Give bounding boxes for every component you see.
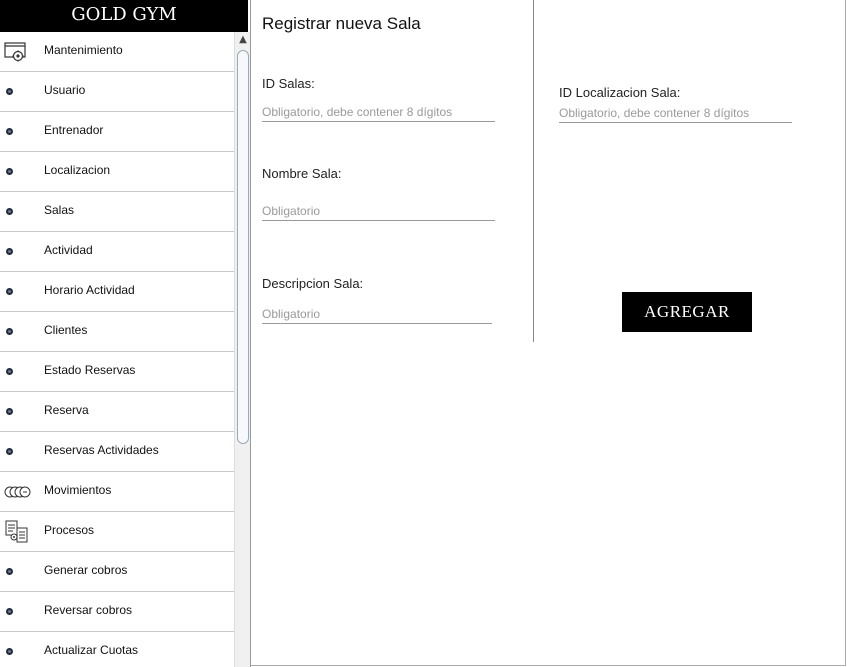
sidebar-item-mantenimiento[interactable]: Mantenimiento: [0, 32, 234, 72]
sidebar-item-label: Mantenimiento: [44, 43, 123, 57]
sidebar-item-entrenador[interactable]: Entrenador: [0, 112, 234, 152]
descripcion-sala-label: Descripcion Sala:: [262, 276, 364, 291]
scroll-up-arrow-icon[interactable]: ▲: [237, 34, 249, 46]
id-localizacion-sala-label: ID Localizacion Sala:: [559, 85, 681, 100]
bullet-icon: [4, 632, 32, 667]
sidebar-item-generar-cobros[interactable]: Generar cobros: [0, 552, 234, 592]
sidebar-item-reserva[interactable]: Reserva: [0, 392, 234, 432]
sidebar-item-label: Generar cobros: [44, 563, 128, 577]
sidebar-item-label: Estado Reservas: [44, 363, 136, 377]
sidebar-item-label: Reservas Actividades: [44, 443, 159, 457]
nombre-sala-input[interactable]: [262, 202, 495, 221]
id-salas-input[interactable]: [262, 103, 495, 122]
bullet-icon: [4, 552, 32, 591]
sidebar-item-usuario[interactable]: Usuario: [0, 72, 234, 112]
bullet-icon: [4, 152, 32, 191]
sidebar-item-label: Actualizar Cuotas: [44, 643, 139, 657]
bullet-icon: [4, 312, 32, 351]
sidebar-item-label: Clientes: [44, 323, 88, 337]
bullet-icon: [4, 72, 32, 111]
sidebar-item-clientes[interactable]: Clientes: [0, 312, 234, 352]
sidebar-item-actualizar-cuotas[interactable]: Actualizar Cuotas: [0, 632, 234, 667]
sidebar-item-horario-actividad[interactable]: Horario Actividad: [0, 272, 234, 312]
sidebar-scrollbar[interactable]: ▲: [234, 32, 251, 667]
id-salas-label: ID Salas:: [262, 76, 315, 91]
column-divider: [533, 0, 534, 342]
sidebar: Mantenimiento Usuario Entrenador Localizaci…: [0, 0, 234, 667]
sidebar-item-label: Actividad: [44, 243, 93, 257]
documents-gear-icon: [4, 512, 32, 551]
sidebar-item-movimientos[interactable]: Movimientos: [0, 472, 234, 512]
bullet-icon: [4, 232, 32, 271]
settings-window-icon: [4, 32, 32, 71]
bullet-icon: [4, 432, 32, 471]
brand-header: GOLD GYM: [0, 0, 248, 32]
bullet-icon: [4, 272, 32, 311]
bullet-icon: [4, 192, 32, 231]
sidebar-item-salas[interactable]: Salas: [0, 192, 234, 232]
sidebar-item-reversar-cobros[interactable]: Reversar cobros: [0, 592, 234, 632]
sidebar-item-reservas-actividades[interactable]: Reservas Actividades: [0, 432, 234, 472]
sidebar-item-localizacion[interactable]: Localizacion: [0, 152, 234, 192]
agregar-button[interactable]: AGREGAR: [622, 292, 752, 332]
sidebar-item-label: Reversar cobros: [44, 603, 133, 617]
scroll-thumb[interactable]: [237, 50, 249, 444]
main-panel: [251, 0, 846, 666]
sidebar-item-estado-reservas[interactable]: Estado Reservas: [0, 352, 234, 392]
sidebar-item-label: Usuario: [44, 83, 86, 97]
coins-icon: [4, 472, 32, 511]
sidebar-item-label: Movimientos: [44, 483, 112, 497]
sidebar-item-label: Localizacion: [44, 163, 111, 177]
id-localizacion-sala-input[interactable]: [559, 104, 792, 123]
sidebar-item-label: Procesos: [44, 523, 95, 537]
nombre-sala-label: Nombre Sala:: [262, 166, 342, 181]
sidebar-item-label: Reserva: [44, 403, 89, 417]
sidebar-item-label: Horario Actividad: [44, 283, 135, 297]
sidebar-item-procesos[interactable]: Procesos: [0, 512, 234, 552]
bullet-icon: [4, 112, 32, 151]
sidebar-item-label: Entrenador: [44, 123, 104, 137]
page-title: Registrar nueva Sala: [262, 14, 421, 33]
sidebar-item-actividad[interactable]: Actividad: [0, 232, 234, 272]
sidebar-menu: Mantenimiento Usuario Entrenador Localizaci…: [0, 32, 234, 667]
bullet-icon: [4, 352, 32, 391]
bullet-icon: [4, 392, 32, 431]
bullet-icon: [4, 592, 32, 631]
descripcion-sala-input[interactable]: [262, 305, 492, 324]
sidebar-item-label: Salas: [44, 203, 75, 217]
